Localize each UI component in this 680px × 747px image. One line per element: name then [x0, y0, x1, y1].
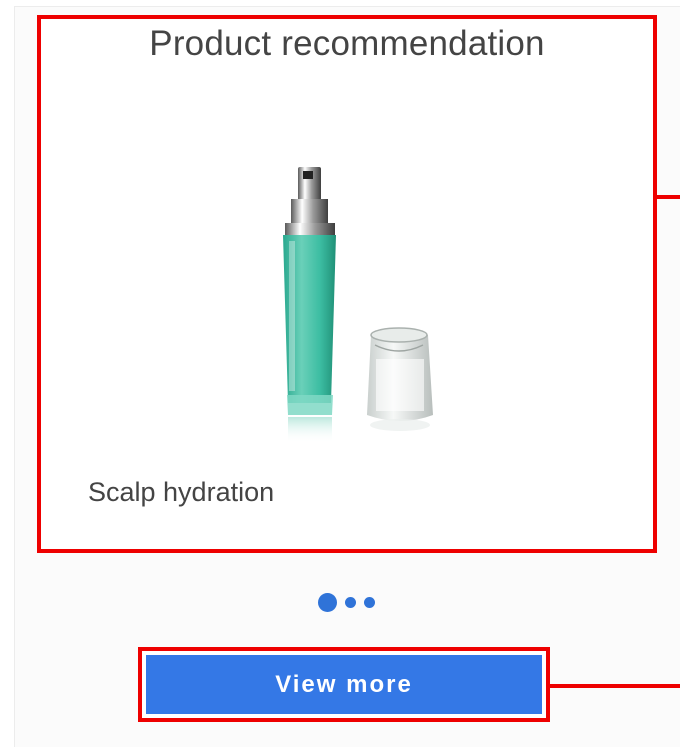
view-more-highlight: View more [138, 647, 550, 722]
product-recommendation-card[interactable]: Product recommendation Scalp hydration [37, 15, 657, 553]
carousel-pager [318, 592, 375, 612]
view-more-button[interactable]: View more [146, 655, 542, 714]
card-callout-line [653, 195, 680, 199]
serum-bottle-image [283, 167, 433, 443]
pager-dot[interactable] [345, 596, 356, 608]
pager-dot-active[interactable] [318, 592, 337, 612]
pager-dot[interactable] [364, 596, 375, 608]
product-name: Scalp hydration [88, 477, 275, 507]
card-title: Product recommendation [149, 24, 545, 63]
button-callout-line [550, 684, 680, 688]
